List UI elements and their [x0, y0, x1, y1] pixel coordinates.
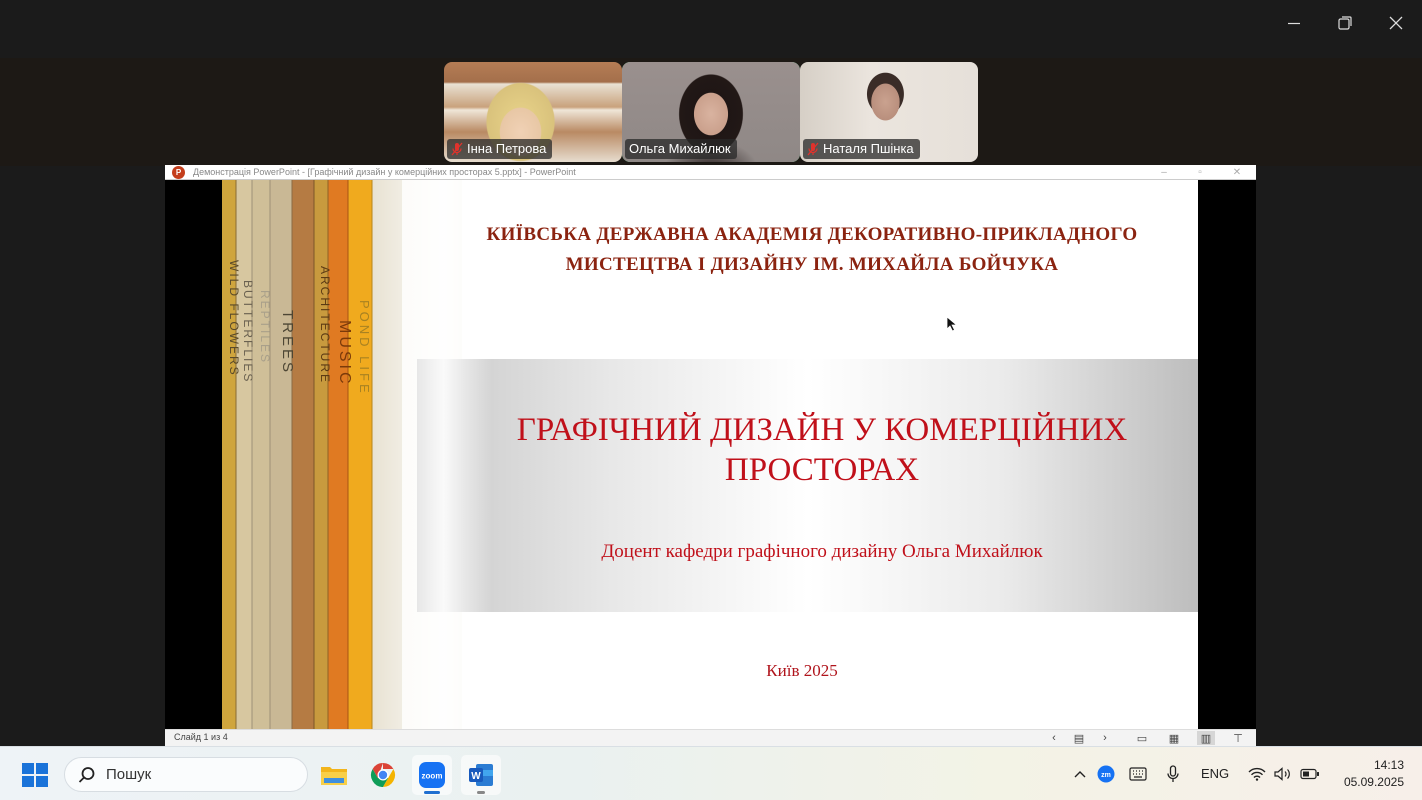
close-icon	[1389, 16, 1403, 30]
wifi-icon	[1248, 767, 1266, 781]
svg-text:BUTTERFLIES: BUTTERFLIES	[241, 280, 255, 383]
close-button[interactable]	[1376, 8, 1416, 38]
battery-icon	[1300, 768, 1319, 780]
clock-time: 14:13	[1373, 758, 1404, 772]
running-indicator	[477, 791, 485, 794]
normal-view-icon[interactable]: ▭	[1133, 731, 1151, 745]
input-language[interactable]: ENG	[1201, 766, 1229, 781]
mouse-pointer-icon	[946, 316, 958, 332]
previous-slide-icon[interactable]: ‹	[1045, 731, 1063, 745]
word-icon: W	[469, 764, 493, 786]
participant-tile[interactable]: Наталя Пшінка	[800, 62, 978, 162]
zoom-tray-button[interactable]: zm	[1096, 762, 1116, 786]
slide-title: ГРАФІЧНИЙ ДИЗАЙН У КОМЕРЦІЙНИХ ПРОСТОРАХ	[516, 412, 1128, 488]
show-hidden-icons-button[interactable]	[1070, 762, 1090, 786]
slide-menu-icon[interactable]: ▤	[1070, 731, 1088, 745]
slide: WILD FLOWERS BUTTERFLIES REPTILES TREES …	[222, 180, 1198, 729]
slide-counter: Слайд 1 из 4	[174, 732, 228, 742]
slide-fade	[372, 180, 492, 729]
minimize-button[interactable]	[1274, 8, 1314, 38]
clock-date: 05.09.2025	[1343, 775, 1404, 789]
zoom-tray-icon: zm	[1097, 765, 1115, 783]
mic-muted-icon	[451, 142, 463, 156]
participant-tile[interactable]: Інна Петрова	[444, 62, 622, 162]
chrome-button[interactable]	[363, 755, 403, 795]
powerpoint-logo-icon: P	[172, 166, 185, 179]
slide-author: Доцент кафедри графічного дизайну Ольга …	[601, 541, 1043, 562]
running-indicator	[424, 791, 440, 794]
academy-name: КИЇВСЬКА ДЕРЖАВНА АКАДЕМІЯ ДЕКОРАТИВНО-П…	[486, 224, 1138, 275]
svg-text:MUSIC: MUSIC	[336, 320, 353, 387]
microphone-icon	[1167, 765, 1179, 782]
powerpoint-window-title: Демонстрація PowerPoint - [Графічний диз…	[193, 167, 576, 177]
zoom-icon: zoom	[419, 762, 445, 788]
slideshow-icon[interactable]: ⊤	[1229, 731, 1247, 745]
svg-text:TREES: TREES	[279, 310, 296, 375]
slide-sorter-icon[interactable]: ▦	[1165, 731, 1183, 745]
mic-muted-icon	[807, 142, 819, 156]
powerpoint-title-bar: P Демонстрація PowerPoint - [Графічний д…	[165, 165, 1256, 180]
participant-name: Інна Петрова	[467, 141, 547, 156]
taskbar-clock[interactable]: 14:13 05.09.2025	[1330, 757, 1404, 791]
powerpoint-status-bar: Слайд 1 из 4 ‹ ▤ › ▭ ▦ ▥ ⊤	[165, 729, 1256, 746]
chrome-icon	[370, 763, 396, 787]
svg-text:WILD FLOWERS: WILD FLOWERS	[227, 260, 241, 377]
ppt-restore-icon[interactable]: ▫	[1191, 165, 1209, 180]
search-placeholder: Пошук	[106, 766, 152, 783]
network-button[interactable]	[1246, 762, 1268, 786]
next-slide-icon[interactable]: ›	[1096, 731, 1114, 745]
reading-view-icon[interactable]: ▥	[1197, 731, 1215, 745]
battery-button[interactable]	[1299, 762, 1321, 786]
svg-text:W: W	[471, 771, 481, 782]
minimize-icon	[1288, 22, 1300, 25]
participant-name-tag: Інна Петрова	[447, 139, 553, 159]
file-explorer-icon	[321, 767, 347, 785]
svg-text:REPTILES: REPTILES	[258, 290, 272, 364]
svg-text:POND LIFE: POND LIFE	[357, 300, 372, 396]
participant-name-tag: Ольга Михайлюк	[625, 139, 737, 159]
participant-strip: Інна Петрова Ольга Михайлюк Наталя Пшінк…	[0, 58, 1422, 166]
shared-powerpoint-window: P Демонстрація PowerPoint - [Графічний д…	[165, 165, 1256, 746]
participant-name: Наталя Пшінка	[823, 141, 914, 156]
ppt-minimize-icon[interactable]: –	[1155, 165, 1173, 180]
zoom-button[interactable]: zoom	[412, 755, 452, 795]
word-button[interactable]: W	[461, 755, 501, 795]
keyboard-icon	[1129, 767, 1147, 781]
screen: Інна Петрова Ольга Михайлюк Наталя Пшінк…	[0, 0, 1422, 800]
chevron-up-icon	[1074, 771, 1086, 778]
svg-text:ARCHITECTURE: ARCHITECTURE	[318, 266, 332, 384]
svg-text:zm: zm	[1101, 772, 1111, 779]
svg-text:zoom: zoom	[422, 772, 443, 781]
participant-name-tag: Наталя Пшінка	[803, 139, 920, 159]
ppt-close-icon[interactable]: ✕	[1228, 165, 1246, 180]
participant-tile-active-speaker[interactable]: Ольга Михайлюк	[622, 62, 800, 162]
slide-city-year: Київ 2025	[766, 661, 838, 680]
restore-icon	[1338, 16, 1352, 30]
windows-taskbar: Пошук zoom W zm ENG 14:13 05.09.2025	[0, 746, 1422, 800]
participant-name: Ольга Михайлюк	[629, 141, 731, 156]
microphone-button[interactable]	[1163, 762, 1183, 786]
search-icon	[78, 767, 95, 783]
zoom-title-bar	[0, 0, 1422, 58]
restore-button[interactable]	[1325, 8, 1365, 38]
speaker-icon	[1274, 767, 1290, 781]
windows-start-icon[interactable]	[21, 762, 49, 788]
file-explorer-button[interactable]	[314, 755, 354, 795]
touch-keyboard-button[interactable]	[1127, 762, 1149, 786]
taskbar-search-box[interactable]: Пошук	[64, 757, 308, 792]
volume-button[interactable]	[1272, 762, 1294, 786]
